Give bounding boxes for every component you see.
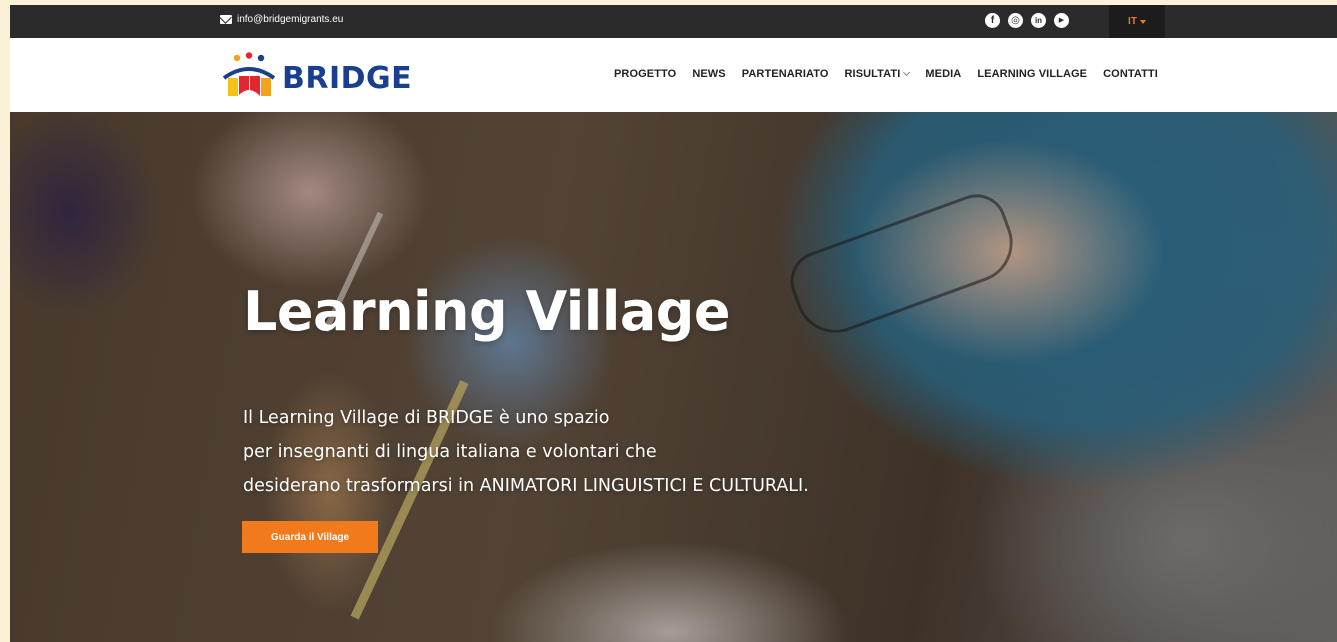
instagram-icon[interactable]: ◎ — [1008, 13, 1023, 28]
linkedin-icon[interactable]: in — [1031, 13, 1046, 28]
nav-item-risultati[interactable]: RISULTATI — [844, 68, 911, 80]
nav-label: NEWS — [692, 68, 726, 80]
hero-text-line: desiderano trasformarsi in ANIMATORI LIN… — [243, 476, 809, 496]
nav-item-contatti[interactable]: CONTATTI — [1103, 68, 1158, 80]
hero-overlay — [10, 112, 1337, 642]
bridge-logo-icon — [222, 52, 276, 96]
site-logo[interactable]: BRIDGE — [220, 52, 412, 98]
nav-item-media[interactable]: MEDIA — [925, 68, 961, 80]
facebook-icon[interactable]: f — [985, 13, 1000, 28]
main-nav: PROGETTO NEWS PARTENARIATO RISULTATI MED… — [614, 68, 1158, 80]
top-bar: info@bridgemigrants.eu f ◎ in ▶ IT — [10, 5, 1337, 38]
email-link[interactable]: info@bridgemigrants.eu — [220, 14, 343, 25]
social-links: f ◎ in ▶ — [985, 13, 1069, 28]
hero-text-line: per insegnanti di lingua italiana e volo… — [243, 442, 657, 462]
nav-label: PROGETTO — [614, 68, 677, 80]
language-label: IT — [1128, 16, 1137, 27]
nav-item-partenariato[interactable]: PARTENARIATO — [742, 68, 829, 80]
hero-text-line: Il Learning Village di BRIDGE è uno spaz… — [243, 408, 610, 428]
hero-description: Il Learning Village di BRIDGE è uno spaz… — [243, 401, 963, 503]
guarda-village-button[interactable]: Guarda il Village — [242, 521, 378, 553]
site-header: BRIDGE PROGETTO NEWS PARTENARIATO RISULT… — [10, 38, 1337, 112]
nav-label: MEDIA — [925, 68, 962, 80]
envelope-icon — [220, 15, 232, 24]
nav-label: PARTENARIATO — [741, 68, 829, 80]
nav-label: LEARNING VILLAGE — [977, 68, 1088, 80]
language-selector[interactable]: IT — [1109, 5, 1165, 38]
hero-title: Learning Village — [243, 280, 731, 343]
chevron-down-icon — [903, 68, 911, 77]
browser-viewport: info@bridgemigrants.eu f ◎ in ▶ IT BRIDG… — [10, 5, 1337, 642]
nav-label: RISULTATI — [844, 68, 901, 80]
nav-item-progetto[interactable]: PROGETTO — [614, 68, 676, 80]
youtube-icon[interactable]: ▶ — [1054, 13, 1069, 28]
email-text: info@bridgemigrants.eu — [237, 14, 344, 25]
logo-text: BRIDGE — [282, 60, 413, 96]
nav-label: CONTATTI — [1103, 68, 1158, 80]
hero-banner: Learning Village Il Learning Village di … — [10, 112, 1337, 642]
nav-item-news[interactable]: NEWS — [692, 68, 725, 80]
caret-down-icon — [1139, 20, 1146, 24]
nav-item-learning-village[interactable]: LEARNING VILLAGE — [977, 68, 1087, 80]
